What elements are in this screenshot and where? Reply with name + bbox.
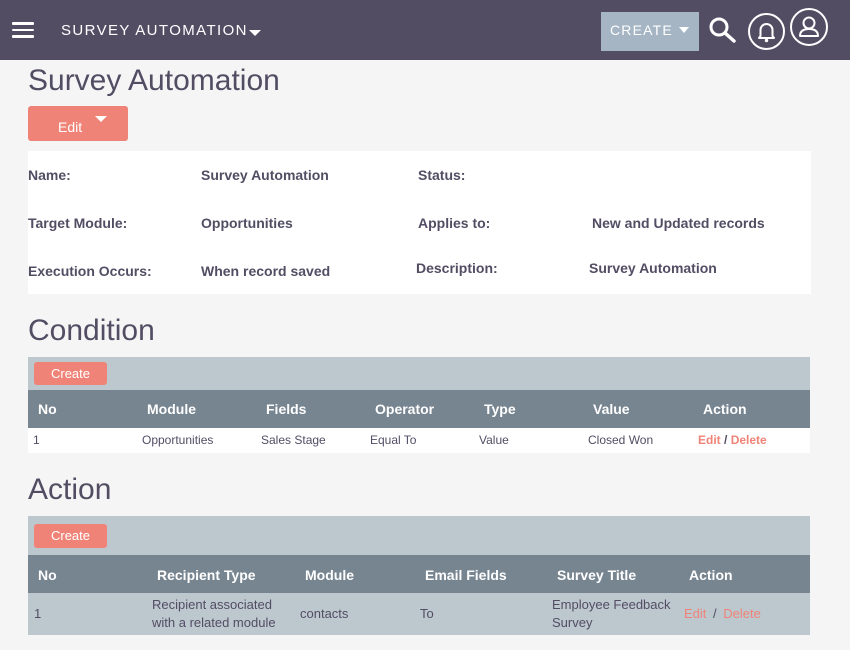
cell-actions: Edit / Delete [684,605,761,623]
column-header[interactable]: Value [593,401,630,417]
cell-recipient-type: Recipient associated with a related modu… [152,596,276,632]
cell-module: contacts [300,606,349,621]
action-separator: / [713,606,717,621]
chevron-down-icon[interactable] [249,30,261,36]
edit-label: Edit [58,119,83,135]
applies-to-label: Applies to: [418,215,491,231]
create-menu-label: CREATE [610,22,673,38]
condition-table-header: No Module Fields Operator Type Value Act… [28,390,810,428]
column-header[interactable]: Action [689,567,733,583]
cell-actions: Edit / Delete [698,433,767,447]
applies-to-value: New and Updated records [592,215,765,231]
cell-no: 1 [33,433,40,447]
notification-bell-icon[interactable] [748,13,785,50]
recipient-type-line: with a related module [152,615,276,630]
search-icon[interactable] [708,16,736,44]
action-section-title: Action [28,473,112,506]
edit-actions-button[interactable]: Edit [28,106,128,141]
create-menu-button[interactable]: CREATE [601,12,699,51]
edit-link[interactable]: Edit [698,433,721,447]
delete-link[interactable]: Delete [723,606,761,621]
column-header[interactable]: Type [484,401,516,417]
execution-occurs-value: When record saved [201,263,331,279]
description-label: Description: [416,260,498,276]
caret-down-icon [679,27,689,33]
action-table-header: No Recipient Type Module Email Fields Su… [28,555,810,593]
action-toolbar: Create [28,516,810,555]
page-title: Survey Automation [28,64,280,97]
survey-title-line: Employee Feedback [552,597,671,612]
column-header[interactable]: Fields [266,401,306,417]
column-header[interactable]: No [38,567,57,583]
module-menu-title[interactable]: SURVEY AUTOMATION [61,22,248,39]
description-value: Survey Automation [589,260,717,276]
recipient-type-line: Recipient associated [152,597,272,612]
column-header[interactable]: Recipient Type [157,567,256,583]
condition-section-title: Condition [28,314,155,347]
action-create-button[interactable]: Create [34,524,107,548]
target-module-value: Opportunities [201,215,293,231]
user-profile-icon[interactable] [790,8,828,46]
name-value: Survey Automation [201,167,329,183]
delete-link[interactable]: Delete [731,433,767,447]
target-module-label: Target Module: [28,215,128,231]
column-header[interactable]: Module [305,567,354,583]
column-header[interactable]: Email Fields [425,567,507,583]
cell-email-fields: To [420,606,434,621]
cell-value: Closed Won [588,433,654,447]
condition-create-button[interactable]: Create [34,362,107,385]
column-header[interactable]: Survey Title [557,567,636,583]
cell-no: 1 [34,606,42,621]
execution-occurs-label: Execution Occurs: [28,263,152,279]
condition-toolbar: Create [28,357,810,390]
cell-module: Opportunities [142,433,214,447]
cell-operator: Equal To [370,433,417,447]
table-row: 1 Recipient associated with a related mo… [28,593,810,635]
bell-icon [758,23,775,43]
column-header[interactable]: No [38,401,57,417]
survey-title-line: Survey [552,615,593,630]
column-header[interactable]: Operator [375,401,434,417]
detail-panel: Name: Survey Automation Status: Target M… [28,151,811,294]
chevron-down-icon [95,116,107,122]
top-nav-bar: SURVEY AUTOMATION CREATE [0,0,850,60]
avatar-icon [799,16,819,37]
column-header[interactable]: Module [147,401,196,417]
cell-fields: Sales Stage [261,433,326,447]
table-row: 1 Opportunities Sales Stage Equal To Val… [28,428,810,453]
edit-link[interactable]: Edit [684,606,706,621]
menu-icon[interactable] [12,22,34,38]
name-label: Name: [28,167,71,183]
action-separator: / [724,433,728,447]
cell-survey-title: Employee Feedback Survey [552,596,671,632]
cell-type: Value [479,433,509,447]
status-label: Status: [418,167,466,183]
column-header[interactable]: Action [703,401,747,417]
